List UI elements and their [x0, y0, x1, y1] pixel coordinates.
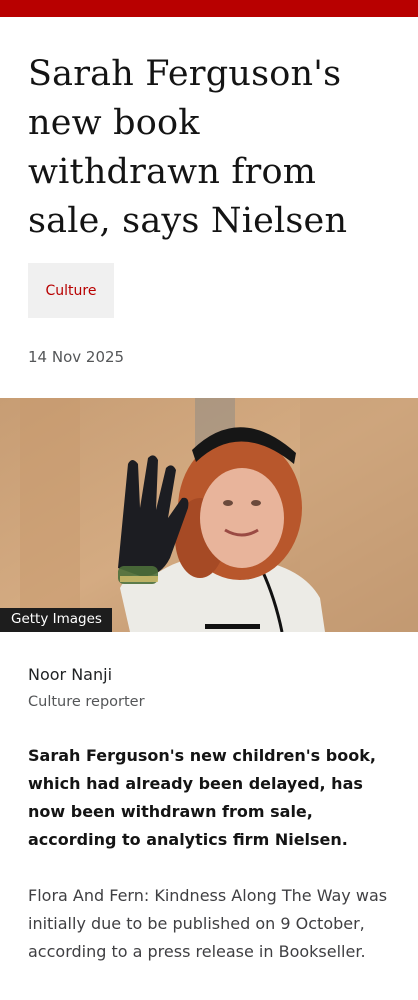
hero-photo-illustration: [0, 398, 418, 632]
author-name: Noor Nanji: [28, 665, 113, 684]
brand-top-bar: [0, 0, 418, 17]
author-role: Culture reporter: [28, 694, 145, 710]
image-credit: Getty Images: [0, 608, 112, 632]
article-lead: Sarah Ferguson's new children's book, wh…: [28, 746, 376, 849]
article-paragraph: Flora And Fern: Kindness Along The Way w…: [28, 886, 388, 961]
culture-tag-link[interactable]: Culture: [28, 263, 114, 318]
hero-image: Getty Images: [0, 398, 418, 632]
publish-date: 14 Nov 2025: [28, 348, 125, 366]
article-headline: Sarah Ferguson's new book withdrawn from…: [28, 54, 348, 241]
